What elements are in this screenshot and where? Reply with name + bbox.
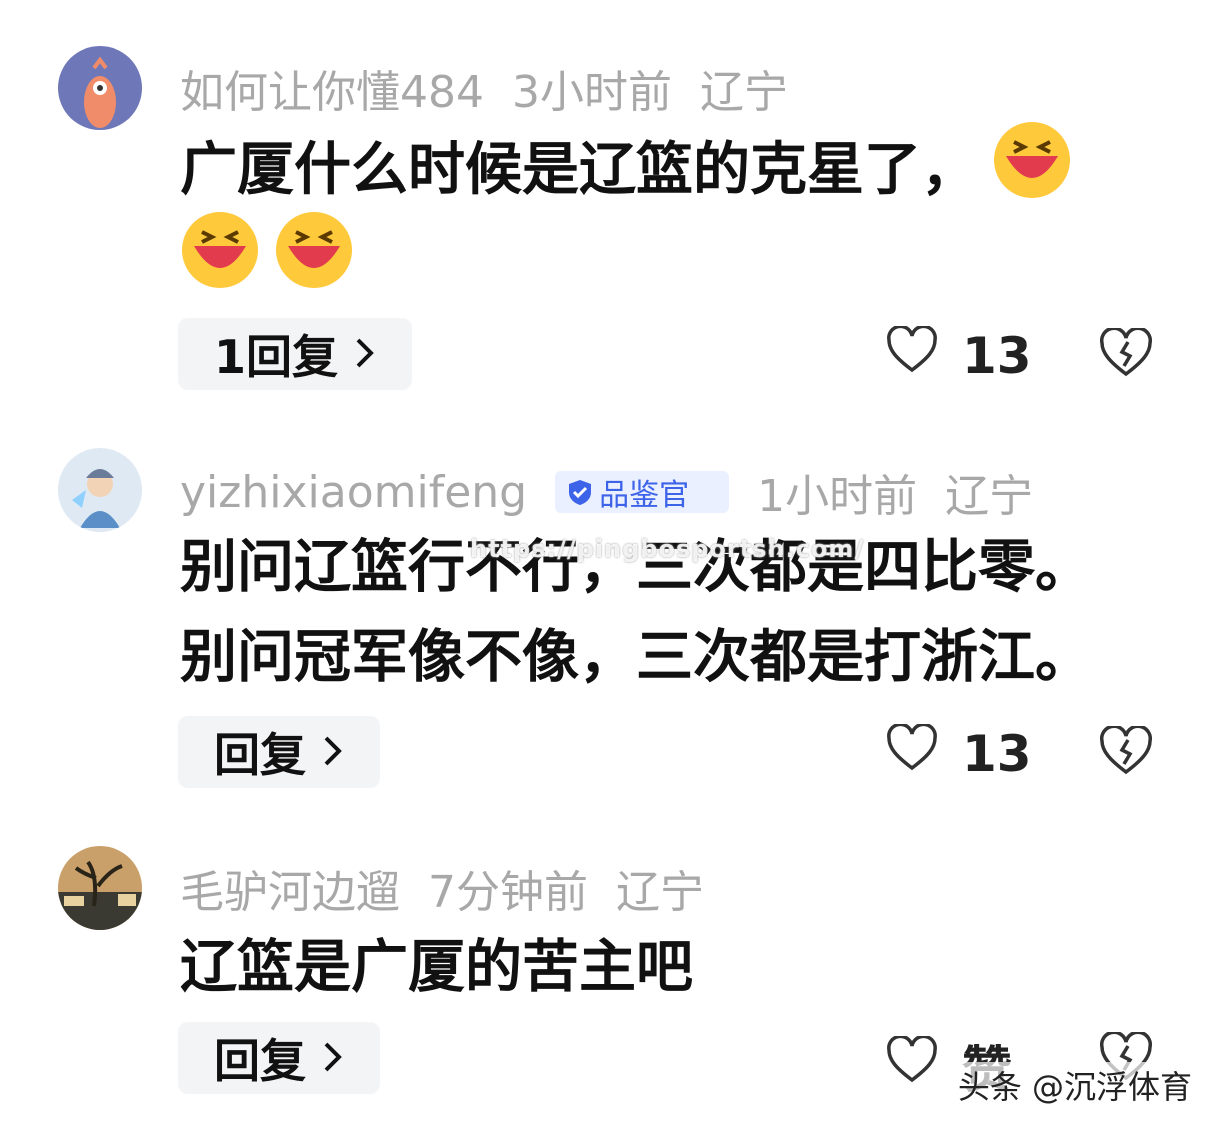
comment-line: 辽篮是广厦的苦主吧 <box>180 934 693 1000</box>
badge-label: 品鉴官 <box>599 478 690 513</box>
timestamp: 7分钟前 <box>428 867 588 918</box>
avatar[interactable] <box>58 46 142 130</box>
dislike-button[interactable] <box>1098 724 1154 780</box>
location: 辽宁 <box>699 67 788 118</box>
heart-icon <box>886 324 962 386</box>
username[interactable]: 毛驴河边遛 <box>180 856 400 920</box>
comment-line: 广厦什么时候是辽篮的克星了， <box>180 136 978 203</box>
status-badge: 品鉴官 <box>555 471 730 513</box>
source-footer: 头条 @沉浮体育 <box>957 1062 1192 1108</box>
comment-line: 别问冠军像不像，三次都是打浙江。 <box>180 624 1092 690</box>
reply-button[interactable]: 回复 <box>178 716 380 788</box>
comment-meta: 如何让你懂484 3小时前 辽宁 <box>180 56 816 120</box>
avatar[interactable] <box>58 448 142 532</box>
reply-label: 1回复 <box>214 330 339 384</box>
like-button[interactable]: 13 <box>886 324 1032 386</box>
like-button[interactable]: 13 <box>886 722 1032 784</box>
like-count: 13 <box>962 725 1032 783</box>
reply-button[interactable]: 1回复 <box>178 318 413 390</box>
location: 辽宁 <box>616 867 704 918</box>
location: 辽宁 <box>945 471 1034 522</box>
username[interactable]: 如何让你懂484 <box>180 56 484 120</box>
laughing-face-icon <box>274 210 354 316</box>
like-count: 13 <box>962 327 1032 385</box>
broken-heart-icon <box>1098 724 1154 780</box>
laughing-face-icon <box>992 120 1072 226</box>
emoji-row <box>180 210 354 316</box>
avatar[interactable] <box>58 846 142 930</box>
watermark-text: https://pingbosportsh.com/ <box>470 535 865 563</box>
heart-icon <box>886 1034 962 1096</box>
heart-icon <box>886 722 962 784</box>
broken-heart-icon <box>1098 326 1154 382</box>
reply-label: 回复 <box>214 1034 306 1088</box>
reply-button[interactable]: 回复 <box>178 1022 380 1094</box>
timestamp: 3小时前 <box>511 67 672 118</box>
chevron-right-icon <box>322 725 344 779</box>
comment-meta: yizhixiaomifeng 品鉴官 1小时前 辽宁 <box>180 460 1061 524</box>
laughing-face-icon <box>180 210 260 316</box>
chevron-right-icon <box>322 1031 344 1085</box>
timestamp: 1小时前 <box>757 471 918 522</box>
verified-shield-icon <box>569 480 592 505</box>
comment-text: 辽篮是广厦的苦主吧 <box>180 922 693 1012</box>
dislike-button[interactable] <box>1098 326 1154 382</box>
comment-meta: 毛驴河边遛 7分钟前 辽宁 <box>180 856 732 920</box>
chevron-right-icon <box>354 327 376 381</box>
username[interactable]: yizhixiaomifeng <box>180 467 527 518</box>
reply-label: 回复 <box>214 728 306 782</box>
